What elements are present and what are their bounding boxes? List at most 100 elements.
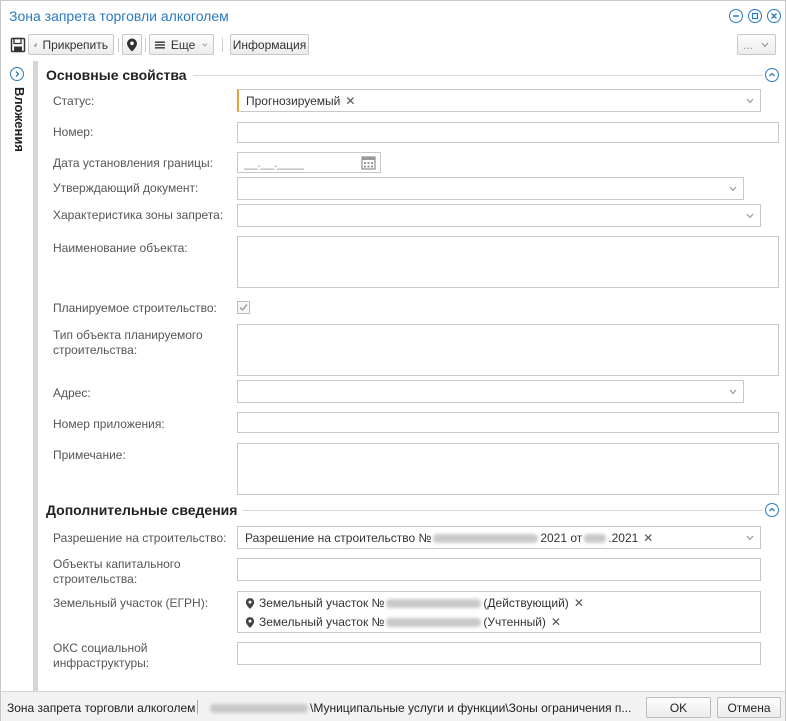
- note-textarea[interactable]: [237, 443, 779, 495]
- status-tag: Прогнозируемый ✕: [246, 93, 355, 109]
- redacted-date: [584, 533, 607, 543]
- more-button[interactable]: Еще: [149, 34, 214, 55]
- attachments-panel: Вложения: [1, 61, 33, 691]
- status-path-text: \Муниципальные услуги и функции\Зоны огр…: [310, 701, 632, 715]
- build-permit-label: Разрешение на строительство:: [53, 531, 227, 545]
- save-icon: [10, 37, 26, 52]
- more-label: Еще: [170, 37, 196, 52]
- zone-char-label: Характеристика зоны запрета:: [53, 208, 224, 222]
- chevron-down-icon: [746, 535, 754, 540]
- ok-button[interactable]: OK: [646, 697, 711, 718]
- remove-tag-icon[interactable]: ✕: [551, 615, 561, 629]
- build-permit-prefix: Разрешение на строительство №: [245, 531, 432, 545]
- section-title-main: Основные свойства: [46, 67, 193, 83]
- collapse-section-icon[interactable]: [765, 503, 779, 517]
- chevron-down-icon: [202, 42, 208, 47]
- capital-objects-label: Объекты капитального строительства:: [53, 557, 181, 586]
- window-title: Зона запрета торговли алкоголем: [9, 8, 229, 24]
- map-pin-icon: [245, 597, 255, 609]
- attach-button[interactable]: Прикрепить: [28, 34, 114, 55]
- land-plot-tag: Земельный участок № (Учтенный) ✕: [245, 614, 561, 630]
- calendar-icon[interactable]: [361, 155, 376, 170]
- close-icon[interactable]: [767, 9, 781, 23]
- chevron-down-icon: [746, 213, 754, 218]
- toolbar-divider: [118, 38, 119, 52]
- planned-construction-label: Планируемое строительство:: [53, 301, 217, 315]
- appendix-number-label: Номер приложения:: [53, 417, 165, 431]
- planned-construction-checkbox[interactable]: [237, 301, 250, 314]
- redacted-number: [386, 617, 482, 627]
- remove-tag-icon[interactable]: ✕: [345, 94, 355, 108]
- boundary-date-label: Дата установления границы:: [53, 156, 213, 170]
- dialog-window: Зона запрета торговли алкоголем Прикрепи…: [0, 0, 786, 721]
- remove-tag-icon[interactable]: ✕: [574, 596, 584, 610]
- minimize-icon[interactable]: [729, 9, 743, 23]
- note-label: Примечание:: [53, 448, 126, 462]
- title-bar: Зона запрета торговли алкоголем: [1, 1, 785, 31]
- number-label: Номер:: [53, 125, 94, 139]
- land-plot-prefix: Земельный участок №: [259, 615, 385, 629]
- cancel-button[interactable]: Отмена: [717, 697, 781, 718]
- chevron-down-icon: [729, 389, 737, 394]
- land-plot-select[interactable]: Земельный участок № (Действующий) ✕ Земе…: [237, 591, 761, 633]
- redacted-number: [433, 533, 539, 543]
- attachments-tab[interactable]: Вложения: [7, 87, 27, 167]
- approving-doc-label: Утверждающий документ:: [53, 181, 199, 195]
- status-divider: [197, 700, 198, 714]
- redacted-number: [386, 598, 482, 608]
- build-permit-suffix: .2021: [608, 531, 639, 545]
- location-button[interactable]: [122, 34, 142, 55]
- map-pin-icon: [245, 616, 255, 628]
- appendix-number-input[interactable]: [237, 412, 779, 433]
- land-plot-status: (Действующий): [483, 596, 569, 610]
- social-infra-select[interactable]: [237, 642, 761, 665]
- info-button[interactable]: Информация: [230, 34, 309, 55]
- object-name-label: Наименование объекта:: [53, 241, 188, 255]
- number-input[interactable]: [237, 122, 779, 143]
- maximize-icon[interactable]: [748, 9, 762, 23]
- attach-label: Прикрепить: [42, 37, 108, 52]
- toolbar-divider: [145, 38, 146, 52]
- info-label: Информация: [232, 37, 307, 52]
- status-object-name: Зона запрета торговли алкоголем: [7, 701, 196, 715]
- capital-objects-select[interactable]: [237, 558, 761, 581]
- boundary-date-input[interactable]: __.__.____: [237, 152, 381, 173]
- toolbar-divider: [222, 38, 223, 52]
- map-pin-icon: [127, 38, 137, 51]
- overflow-label: ...: [743, 37, 754, 52]
- chevron-down-icon: [746, 98, 754, 103]
- save-button[interactable]: [7, 34, 29, 55]
- status-select[interactable]: Прогнозируемый ✕: [237, 89, 761, 112]
- land-plot-label: Земельный участок (ЕГРН):: [53, 596, 209, 610]
- section-title-extra: Дополнительные сведения: [46, 502, 244, 518]
- overflow-menu-button[interactable]: ...: [737, 34, 776, 55]
- build-permit-tag: Разрешение на строительство № 2021 от .2…: [245, 530, 653, 546]
- expand-panel-icon[interactable]: [10, 67, 24, 81]
- object-name-textarea[interactable]: [237, 236, 779, 288]
- remove-tag-icon[interactable]: ✕: [643, 531, 653, 545]
- build-permit-mid: 2021 от: [540, 531, 583, 545]
- status-bar: Зона запрета торговли алкоголем \Муницип…: [1, 691, 785, 721]
- social-infra-label: ОКС социальной инфраструктуры:: [53, 641, 150, 670]
- form-content: Основные свойства Статус: Прогнозируемый…: [38, 61, 785, 691]
- toolbar: Прикрепить Еще Информация ...: [1, 31, 785, 59]
- chevron-down-icon: [729, 186, 737, 191]
- approving-doc-select[interactable]: [237, 177, 744, 200]
- collapse-section-icon[interactable]: [765, 68, 779, 82]
- status-value: Прогнозируемый: [246, 94, 341, 108]
- planned-object-type-textarea[interactable]: [237, 324, 779, 376]
- address-label: Адрес:: [53, 386, 91, 400]
- build-permit-select[interactable]: Разрешение на строительство № 2021 от .2…: [237, 526, 761, 549]
- land-plot-prefix: Земельный участок №: [259, 596, 385, 610]
- menu-icon: [155, 40, 165, 49]
- land-plot-status: (Учтенный): [483, 615, 546, 629]
- date-placeholder: __.__.____: [244, 156, 305, 170]
- address-select[interactable]: [237, 380, 744, 403]
- zone-char-select[interactable]: [237, 204, 761, 227]
- redacted-user: [210, 704, 308, 714]
- checkmark-icon: [239, 304, 248, 312]
- status-path: \Муниципальные услуги и функции\Зоны огр…: [208, 701, 638, 715]
- chevron-down-icon: [761, 42, 769, 47]
- paperclip-icon: [34, 42, 38, 47]
- land-plot-tag: Земельный участок № (Действующий) ✕: [245, 595, 584, 611]
